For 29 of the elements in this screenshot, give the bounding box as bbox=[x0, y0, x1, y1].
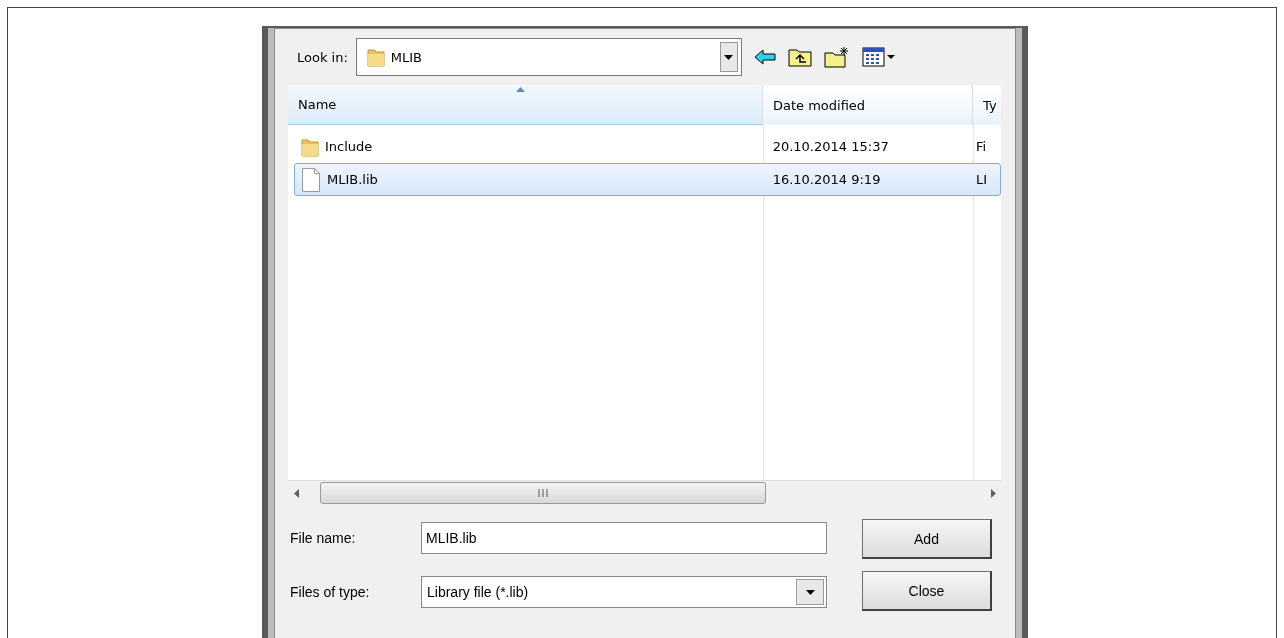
files-of-type-label: Files of type: bbox=[289, 584, 371, 600]
column-header[interactable]: Ty bbox=[973, 85, 1001, 125]
view-menu-icon[interactable] bbox=[861, 47, 896, 67]
date-text: 16.10.2014 9:19 bbox=[772, 172, 881, 187]
file-name-text: MLIB.lib bbox=[327, 172, 378, 187]
column-header[interactable]: Date modified bbox=[763, 85, 973, 125]
file-row[interactable]: MLIB.lib 16.10.2014 9:19 LI bbox=[294, 163, 1001, 196]
file-icon bbox=[301, 167, 321, 192]
folder-icon bbox=[301, 136, 319, 157]
column-header[interactable]: Name bbox=[288, 85, 763, 125]
dialog-button[interactable]: Add bbox=[862, 519, 992, 559]
scroll-thumb[interactable] bbox=[320, 482, 766, 504]
folder-up-icon[interactable] bbox=[787, 47, 812, 67]
files-of-type-dropdown[interactable]: Library file (*.lib) bbox=[421, 576, 827, 608]
date-text: 20.10.2014 15:37 bbox=[772, 139, 889, 154]
look-in-label: Look in: bbox=[297, 49, 348, 65]
file-name-text: Include bbox=[325, 139, 373, 154]
file-list[interactable]: Name Date modified Ty Include 20.10.2014 15:37 Fi MLIB.lib 16.10.2014 9:19 LI bbox=[288, 85, 1001, 505]
file-name-field[interactable]: MLIB.lib bbox=[421, 522, 827, 554]
new-folder-icon[interactable] bbox=[823, 46, 850, 68]
type-text: LI bbox=[976, 172, 988, 187]
folder-icon bbox=[366, 47, 385, 67]
file-name-label: File name: bbox=[289, 530, 357, 546]
back-arrow-icon[interactable] bbox=[753, 49, 776, 65]
file-row[interactable]: Include 20.10.2014 15:37 Fi bbox=[294, 130, 1001, 163]
type-text: Fi bbox=[976, 139, 987, 154]
sort-caret-icon bbox=[516, 87, 525, 92]
look-in-dropdown[interactable]: MLIB bbox=[355, 38, 742, 76]
dialog-button[interactable]: Close bbox=[862, 571, 992, 611]
